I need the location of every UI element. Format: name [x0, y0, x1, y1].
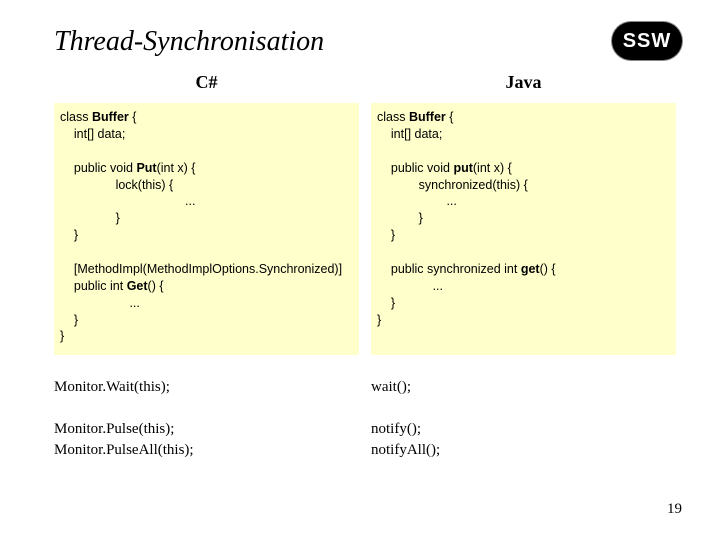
- slide: SSW Thread-Synchronisation C# class Buff…: [0, 0, 720, 540]
- column-java-heading: Java: [371, 72, 676, 93]
- columns: C# class Buffer { int[] data; public voi…: [54, 72, 676, 461]
- column-java: Java class Buffer { int[] data; public v…: [365, 72, 676, 461]
- extras-csharp: Monitor.Wait(this); Monitor.Pulse(this);…: [54, 377, 359, 461]
- code-java: class Buffer { int[] data; public void p…: [371, 103, 676, 355]
- code-csharp: class Buffer { int[] data; public void P…: [54, 103, 359, 355]
- ssw-logo-text: SSW: [623, 30, 672, 53]
- page-number: 19: [667, 501, 682, 518]
- slide-title: Thread-Synchronisation: [54, 26, 676, 58]
- column-csharp: C# class Buffer { int[] data; public voi…: [54, 72, 365, 461]
- extras-java: wait(); notify(); notifyAll();: [371, 377, 676, 461]
- ssw-logo: SSW: [612, 22, 682, 60]
- column-csharp-heading: C#: [54, 72, 359, 93]
